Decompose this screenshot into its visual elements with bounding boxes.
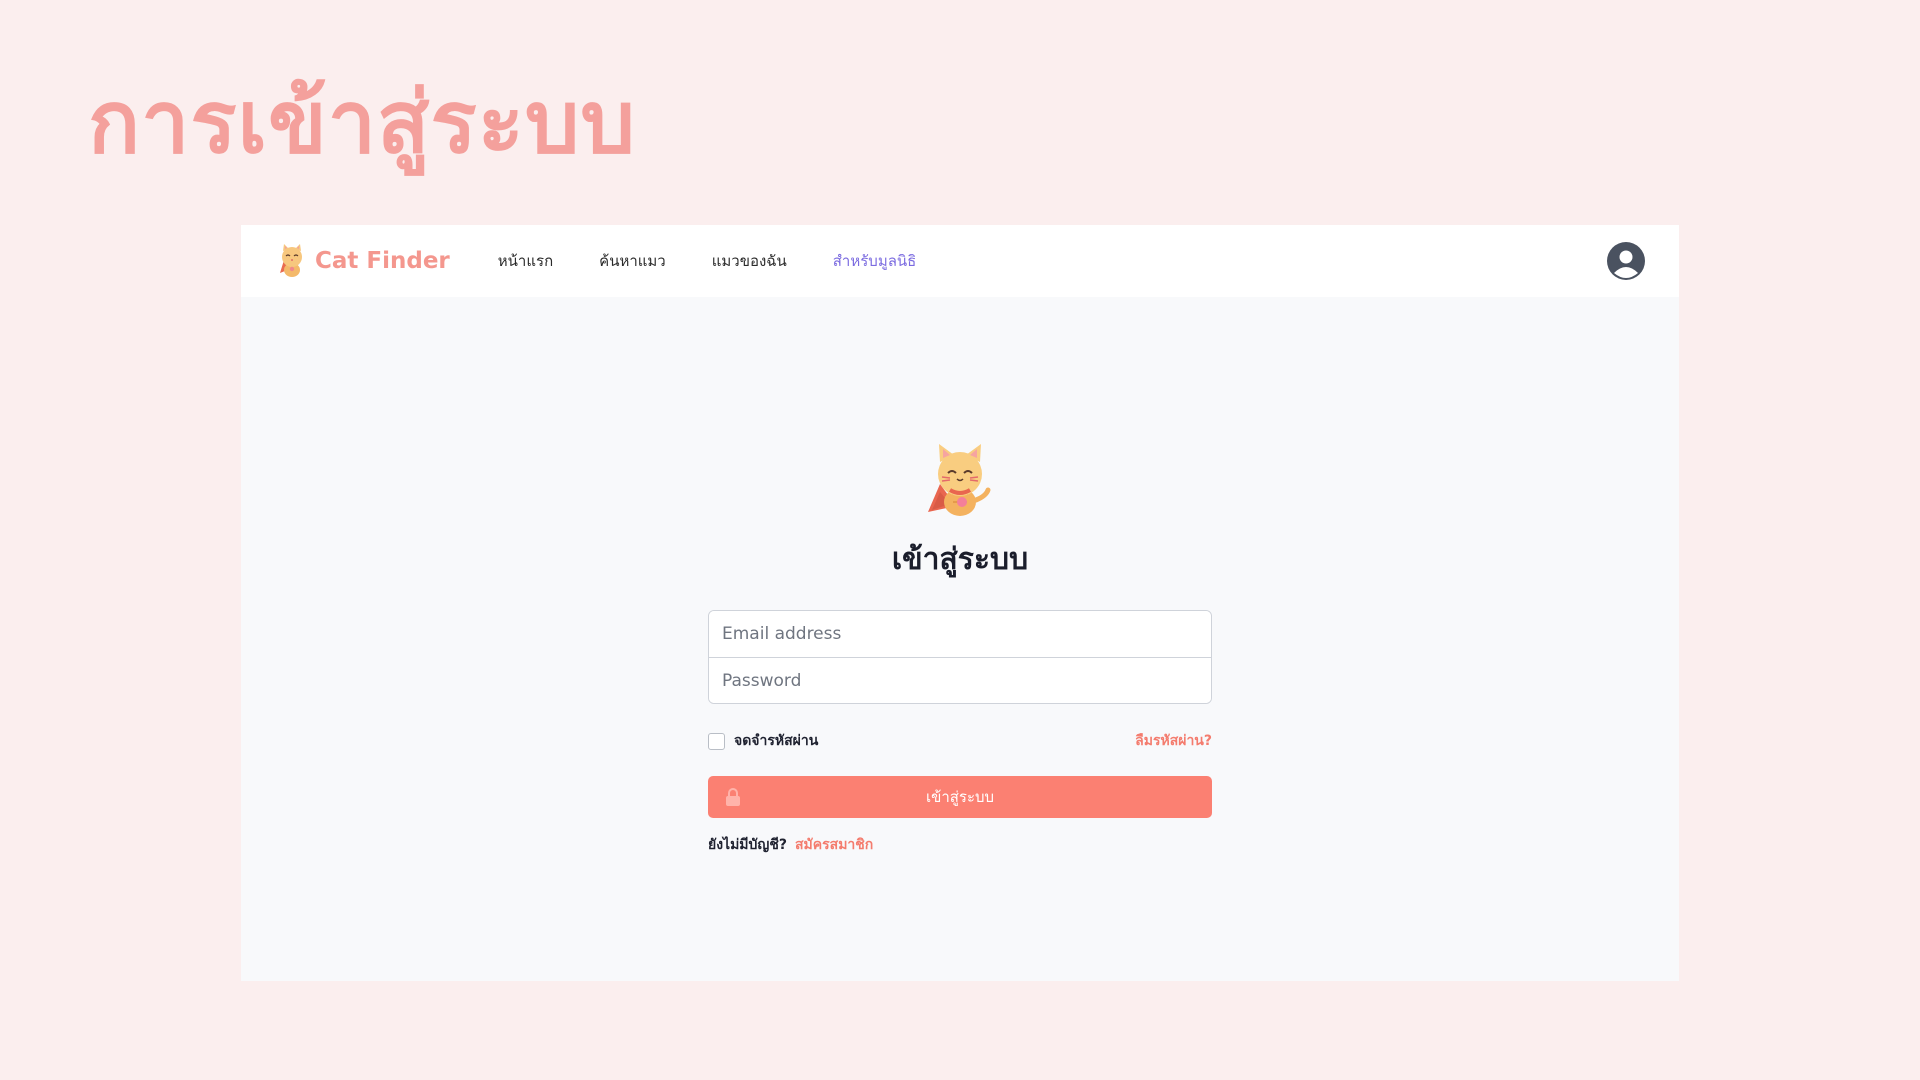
nav-link-my-cats[interactable]: แมวของฉัน [712,249,787,273]
login-submit-button[interactable]: เข้าสู่ระบบ [708,776,1212,818]
login-options: จดจำรหัสผ่าน ลืมรหัสผ่าน? [708,730,1212,752]
credentials-group [708,610,1212,704]
lock-icon [726,788,740,806]
cat-logo-icon [280,244,302,277]
user-avatar-button[interactable] [1607,242,1645,280]
forgot-password-link[interactable]: ลืมรหัสผ่าน? [1135,730,1212,752]
nav-link-search-cats[interactable]: ค้นหาแมว [599,249,666,273]
user-circle-icon [1614,250,1638,278]
remember-label: จดจำรหัสผ่าน [734,733,819,749]
signup-prompt: ยังไม่มีบัญชี? [708,837,787,853]
brand-link[interactable]: Cat Finder [275,243,450,279]
signup-row: ยังไม่มีบัญชี? สมัครสมาชิก [708,834,1212,856]
nav-link-foundation[interactable]: สำหรับมูลนิธิ [833,249,917,273]
cat-mascot-icon [928,444,991,516]
brand-name: Cat Finder [315,248,450,274]
nav-link-home[interactable]: หน้าแรก [498,249,553,273]
signup-link[interactable]: สมัครสมาชิก [795,834,873,856]
app-window: Cat Finder หน้าแรก ค้นหาแมว แมวของฉัน สำ… [241,225,1679,981]
login-form: เข้าสู่ระบบ จดจำรหัสผ่าน ลืมรหัสผ่าน? เข… [708,440,1212,856]
login-submit-label: เข้าสู่ระบบ [925,788,995,806]
remember-me[interactable]: จดจำรหัสผ่าน [708,730,818,752]
nav-links: หน้าแรก ค้นหาแมว แมวของฉัน สำหรับมูลนิธิ [498,249,917,273]
slide-title: การเข้าสู่ระบบ [88,73,637,173]
email-field[interactable] [709,611,1211,657]
remember-checkbox[interactable] [708,732,725,750]
login-heading: เข้าสู่ระบบ [891,542,1029,577]
top-navbar: Cat Finder หน้าแรก ค้นหาแมว แมวของฉัน สำ… [241,225,1679,297]
password-field[interactable] [709,657,1211,703]
